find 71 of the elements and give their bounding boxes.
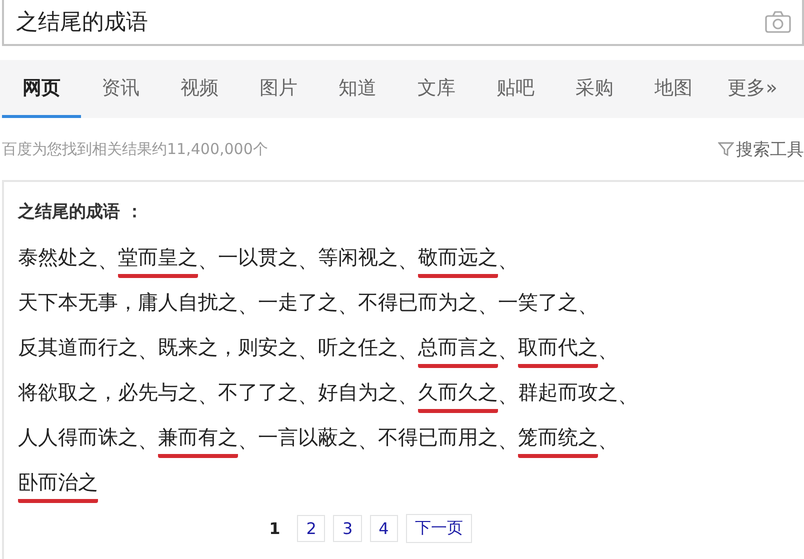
idiom-text: 听之任之	[318, 334, 398, 360]
page-link[interactable]: 1	[260, 515, 290, 542]
idiom-text: 笼而统之	[518, 424, 598, 458]
idiom-text: 群起而攻之	[518, 378, 618, 406]
card-title: 之结尾的成语 ：	[18, 201, 144, 224]
separator-text: 、	[578, 292, 598, 319]
separator-text: 、	[398, 247, 418, 274]
separator-text: 、	[98, 247, 118, 274]
idiom-text: 一言以蔽之	[258, 424, 358, 450]
separator-text: 、	[358, 427, 378, 454]
idiom-text: 总而言之	[418, 334, 498, 368]
idiom-text: 反其道而行之	[18, 334, 138, 360]
search-field[interactable]: 之结尾的成语	[16, 10, 764, 34]
idiom-text: 好自为之	[318, 378, 398, 406]
separator-text: 、	[498, 337, 518, 364]
separator-text: 、	[598, 427, 618, 454]
separator-text: 、	[238, 292, 258, 319]
separator-text: 、	[298, 382, 318, 409]
nav-tab[interactable]: 贴吧	[476, 60, 555, 118]
idiom-text: 将欲取之，必先与之	[18, 378, 198, 406]
idiom-text: 泰然处之	[18, 244, 98, 270]
separator-text: 、	[498, 427, 518, 454]
separator-text: 、	[138, 337, 158, 364]
idiom-text: 一走了之	[258, 288, 338, 316]
nav-tab[interactable]: 文库	[397, 60, 476, 118]
separator-text: 、	[298, 337, 318, 364]
separator-text: 、	[138, 427, 158, 454]
page-link[interactable]: 4	[370, 515, 398, 542]
separator-text: 、	[198, 382, 218, 409]
idiom-text: 不了了之	[218, 378, 298, 406]
separator-text: 、	[238, 427, 258, 454]
nav-tab[interactable]: 地图	[634, 60, 713, 118]
search-bar[interactable]: 之结尾的成语	[2, 0, 804, 46]
idiom-text: 兼而有之	[158, 424, 238, 458]
separator-text: 、	[498, 247, 518, 274]
separator-text: 、	[498, 382, 518, 409]
idiom-text: 堂而皇之	[118, 244, 198, 278]
nav-tab[interactable]: 知道	[318, 60, 397, 118]
separator-text: 、	[398, 382, 418, 409]
separator-text: 、	[618, 382, 638, 409]
filter-icon	[718, 141, 734, 157]
separator-text: 、	[598, 337, 618, 364]
idiom-text: 不得已而为之	[358, 288, 478, 316]
search-tools-link[interactable]: 搜索工具	[718, 138, 804, 160]
nav-tab[interactable]: 更多»	[713, 60, 792, 118]
idiom-text: 敬而远之	[418, 244, 498, 278]
nav-tab[interactable]: 网页	[2, 60, 81, 118]
separator-text: 、	[198, 247, 218, 274]
result-count: 百度为您找到相关结果约11,400,000个	[2, 140, 268, 158]
idiom-text: 久而久之	[418, 378, 498, 412]
idiom-text: 既来之，则安之	[158, 334, 298, 360]
idiom-text: 天下本无事，庸人自扰之	[18, 288, 238, 316]
page-link[interactable]: 3	[333, 515, 362, 542]
page-link[interactable]: 下一页	[406, 514, 472, 543]
separator-text: 、	[398, 337, 418, 364]
idiom-text: 卧而治之	[18, 468, 98, 502]
idiom-text: 不得已而用之	[378, 424, 498, 450]
camera-icon[interactable]	[764, 10, 792, 34]
separator-text: 、	[298, 247, 318, 274]
separator-text: 、	[478, 292, 498, 319]
page-link[interactable]: 2	[297, 515, 326, 542]
nav-tab[interactable]: 图片	[239, 60, 318, 118]
idiom-text: 人人得而诛之	[18, 424, 138, 450]
idiom-text: 一以贯之	[218, 244, 298, 270]
idiom-text: 取而代之	[518, 334, 598, 368]
nav-tab[interactable]: 视频	[160, 60, 239, 118]
nav-tab[interactable]: 采购	[555, 60, 634, 118]
idiom-text: 一笑了之	[498, 288, 578, 316]
nav-tab[interactable]: 资讯	[81, 60, 160, 118]
idiom-text: 等闲视之	[318, 244, 398, 270]
separator-text: 、	[338, 292, 358, 319]
